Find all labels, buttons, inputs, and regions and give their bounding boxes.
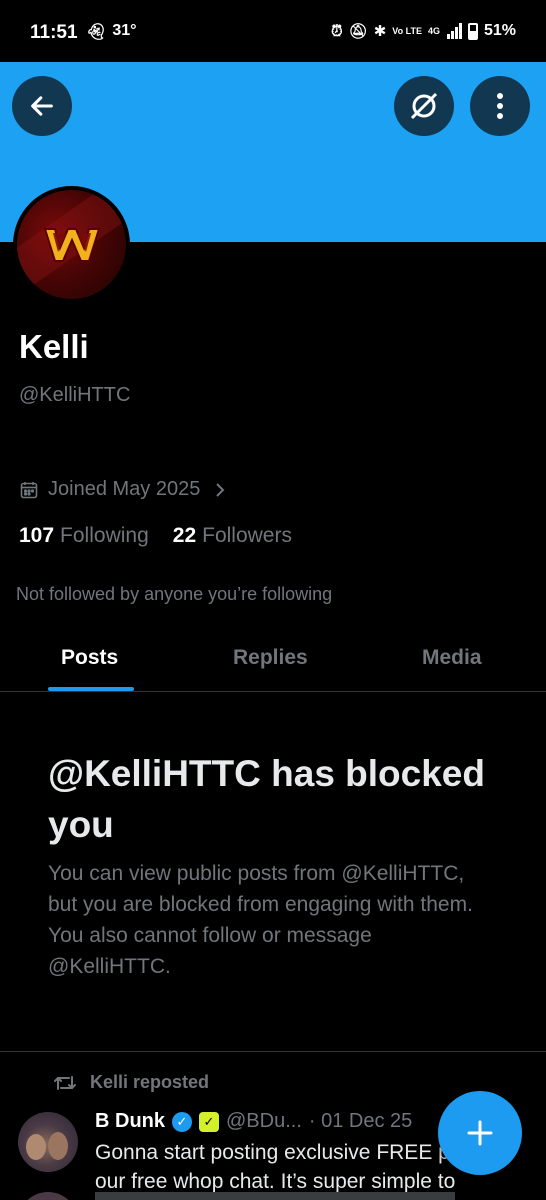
avatar-image (17, 190, 126, 299)
verified-icon: ✓ (172, 1111, 192, 1132)
back-button[interactable] (12, 76, 72, 136)
follow-stats: 107 Following 22 Followers (19, 524, 292, 548)
post-date[interactable]: · 01 Dec 25 (309, 1110, 412, 1133)
post-header: B Dunk ✓ ✓ @BDu... · 01 Dec 25 (95, 1110, 412, 1133)
tab-selected-indicator (48, 687, 134, 691)
status-time: 11:51 (30, 22, 78, 43)
repost-icon (54, 1075, 76, 1090)
calendar-icon (20, 481, 38, 498)
profile-tabs: Posts Replies Media (0, 630, 546, 692)
profile-handle: @KelliHTTC (19, 384, 131, 406)
battery-level: 51% (483, 22, 516, 39)
tab-media[interactable]: Media (422, 646, 482, 670)
network-type: 4G (427, 26, 440, 36)
mute-icon: 🔕︎ (348, 23, 368, 40)
following-label: Following (60, 524, 149, 547)
blocked-title: @KelliHTTC has blocked you (48, 753, 485, 845)
post-author-avatar[interactable] (18, 1112, 78, 1172)
divider (0, 1051, 546, 1052)
grok-icon (410, 92, 438, 120)
status-left-icons: 👻︎ 31° (86, 22, 137, 42)
plus-icon (467, 1120, 493, 1146)
alarm-icon: ⏰︎ (330, 22, 343, 40)
post-author-handle[interactable]: @BDu... (226, 1110, 302, 1133)
joined-date: Joined May 2025 (48, 478, 201, 500)
followers-link[interactable]: 22 Followers (173, 524, 292, 548)
not-followed-notice: Not followed by anyone you’re following (16, 584, 333, 604)
signal-icon (446, 23, 462, 39)
tab-posts[interactable]: Posts (61, 646, 118, 670)
following-link[interactable]: 107 Following (19, 524, 149, 548)
joined-row[interactable]: Joined May 2025 (20, 478, 226, 501)
next-post-peek (18, 1192, 546, 1200)
profile-avatar[interactable] (13, 186, 130, 303)
profile-name: Kelli (19, 328, 89, 365)
tab-replies[interactable]: Replies (233, 646, 308, 670)
chevron-right-icon (216, 482, 225, 497)
team-logo-icon (43, 227, 100, 262)
post-author-name[interactable]: B Dunk (95, 1110, 165, 1133)
bluetooth-icon: ✱ (373, 23, 387, 40)
blocked-description: You can view public posts from @KelliHTT… (48, 862, 473, 978)
back-arrow-icon (31, 96, 53, 116)
more-vertical-icon (497, 93, 503, 119)
snapchat-icon: 👻︎ (86, 24, 107, 41)
grok-button[interactable] (394, 76, 454, 136)
repost-indicator: Kelli reposted (54, 1072, 209, 1093)
more-options-button[interactable] (470, 76, 530, 136)
volte-indicator: Vo LTE (392, 25, 422, 36)
followers-label: Followers (202, 524, 292, 547)
followers-count: 22 (172, 524, 197, 547)
status-temperature: 31° (112, 22, 137, 39)
battery-icon (467, 22, 478, 40)
status-right-icons: ⏰︎ 🔕︎ ✱ Vo LTE 4G 51% (331, 22, 516, 40)
next-post-avatar (18, 1192, 78, 1200)
following-count: 107 (19, 524, 55, 547)
status-bar: 11:51 👻︎ 31° ⏰︎ 🔕︎ ✱ Vo LTE 4G 51% (0, 0, 546, 62)
next-post-header (95, 1192, 455, 1200)
affiliate-icon: ✓ (199, 1111, 219, 1132)
repost-label[interactable]: Kelli reposted (90, 1072, 209, 1093)
compose-button[interactable] (438, 1091, 522, 1175)
